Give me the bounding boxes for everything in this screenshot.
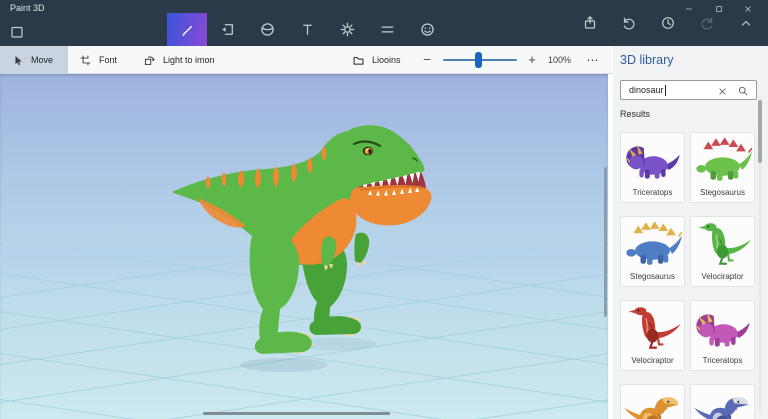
t-rex-thumbnail	[694, 397, 748, 419]
undo-button[interactable]	[621, 7, 637, 40]
Velociraptor-thumbnail	[698, 223, 751, 265]
shapes-2d-icon	[221, 24, 233, 35]
trex-model	[172, 125, 432, 355]
zoom-in-button[interactable]: +	[524, 47, 540, 73]
result-label: Triceratops	[632, 188, 673, 197]
zoom-slider-thumb[interactable]	[475, 52, 482, 68]
effects-icon	[340, 22, 354, 37]
option-font[interactable]: Font	[68, 46, 132, 74]
result-card[interactable]: Velociraptor	[690, 216, 755, 287]
panel-scrollbar[interactable]	[758, 96, 762, 414]
result-label: Velociraptor	[631, 356, 674, 365]
crop-icon	[80, 55, 91, 65]
menu-button[interactable]	[9, 23, 26, 40]
close-small-icon	[719, 87, 726, 95]
foot-shadow	[240, 358, 328, 372]
folder-icon	[352, 54, 365, 67]
clear-search-button[interactable]	[717, 85, 729, 97]
result-label: Stegosaurus	[630, 272, 675, 281]
more-options-button[interactable]: ⋯	[582, 46, 604, 74]
history-icon	[662, 17, 674, 29]
result-card[interactable]: Stegosaurus	[620, 216, 685, 287]
result-card[interactable]: Stegosaurus	[690, 132, 755, 203]
results-label: Results	[620, 109, 651, 119]
Velociraptor-thumbnail	[628, 307, 681, 349]
folder-icon	[353, 56, 364, 65]
panel-scrollbar-thumb[interactable]	[758, 100, 762, 163]
canvas-icon	[381, 26, 393, 33]
search-input[interactable]: dinosaur	[620, 80, 757, 100]
main-tool-strip	[167, 0, 447, 46]
result-card[interactable]: Triceratops	[690, 300, 755, 371]
redo-button[interactable]	[699, 7, 715, 40]
option-label: Font	[99, 55, 118, 65]
results-grid: Triceratops Stegosaurus Stegosaurus Velocir…	[620, 132, 757, 419]
zoom-out-button[interactable]: −	[419, 47, 435, 73]
option-label: Light to imon	[163, 55, 215, 65]
history-tool-strip	[582, 0, 768, 46]
rotate-icon	[144, 55, 155, 65]
tool-shapes-3d-button[interactable]	[247, 13, 287, 46]
result-card[interactable]	[690, 384, 755, 419]
3d-library-panel: 3D library dinosaur Results Triceratops S…	[613, 46, 768, 419]
share-icon	[584, 16, 596, 29]
tool-text-button[interactable]	[287, 13, 327, 46]
search-button[interactable]	[737, 85, 749, 97]
text-caret	[664, 84, 666, 96]
Triceratops-thumbnail	[695, 312, 750, 347]
canvas-horizontal-scrollbar[interactable]	[203, 412, 390, 415]
result-card[interactable]: Velociraptor	[620, 300, 685, 371]
canvas-vertical-scrollbar[interactable]	[604, 167, 607, 317]
result-card[interactable]	[620, 384, 685, 419]
tool-effects-button[interactable]	[327, 13, 367, 46]
cursor-icon	[15, 55, 22, 65]
option-label: Move	[31, 55, 54, 65]
panel-title: 3D library	[620, 53, 674, 67]
result-label: Velociraptor	[701, 272, 744, 281]
chevron-up-button[interactable]	[738, 7, 754, 40]
tool-stickers-button[interactable]	[407, 13, 447, 46]
tool-brush-button[interactable]	[167, 13, 207, 46]
Stegosaurus-thumbnail	[696, 137, 753, 181]
text-icon	[302, 24, 312, 35]
option-move[interactable]: Move	[0, 46, 69, 74]
shapes-3d-icon	[260, 23, 274, 36]
tool-canvas-button[interactable]	[367, 13, 407, 46]
stickers-icon	[420, 23, 434, 36]
history-button[interactable]	[660, 7, 676, 40]
canvas-scene	[0, 125, 608, 419]
paint3d-window: Paint 3D Move Font Light to imon Liooins −…	[0, 0, 768, 419]
menu-icon	[11, 26, 23, 38]
view-mode-label: Liooins	[372, 55, 401, 65]
zoom-slider[interactable]	[443, 46, 517, 74]
view-mode-button[interactable]: Liooins	[352, 46, 401, 74]
search-value: dinosaur	[629, 85, 664, 95]
Triceratops-thumbnail	[625, 144, 680, 179]
redo-icon	[701, 17, 713, 30]
app-title: Paint 3D	[10, 3, 45, 13]
t-rex-thumbnail	[624, 397, 678, 419]
tool-shapes-2d-button[interactable]	[207, 13, 247, 46]
undo-icon	[623, 17, 635, 30]
brush-icon	[181, 25, 192, 37]
titlebar: Paint 3D	[0, 0, 768, 46]
canvas-viewport[interactable]	[0, 74, 608, 419]
options-toolbar: Move Font Light to imon Liooins − + 100% ⋯	[0, 46, 613, 74]
zoom-level: 100%	[548, 55, 572, 65]
share-button[interactable]	[582, 7, 598, 40]
result-label: Stegosaurus	[700, 188, 745, 197]
result-card[interactable]: Triceratops	[620, 132, 685, 203]
result-label: Triceratops	[702, 356, 743, 365]
chevron-up-icon	[741, 20, 751, 26]
search-icon	[738, 86, 748, 96]
option-light-to-imon[interactable]: Light to imon	[132, 46, 230, 74]
Stegosaurus-thumbnail	[626, 221, 683, 265]
